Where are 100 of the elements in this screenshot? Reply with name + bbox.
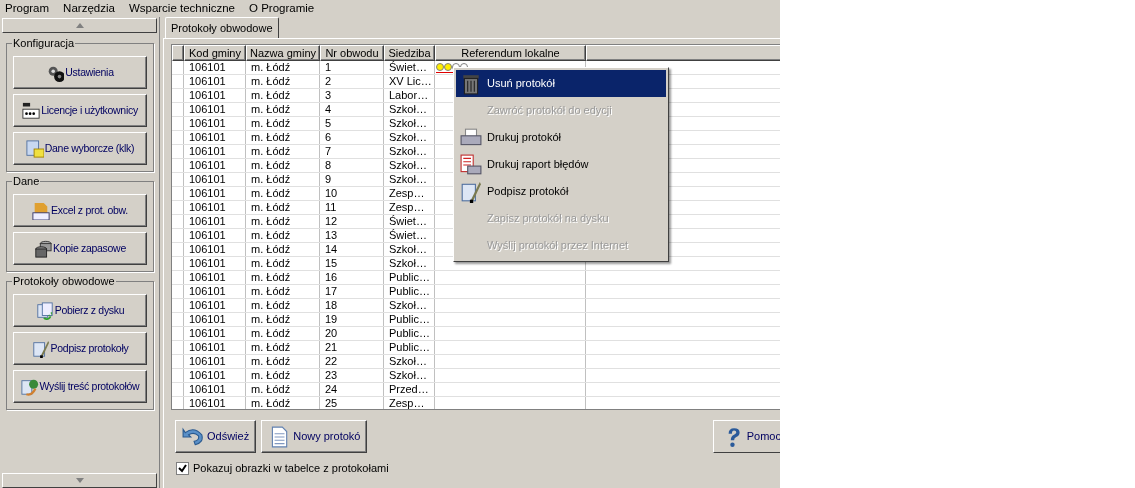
table-cell: m. Łódź — [246, 131, 320, 144]
table-cell: 106101 — [184, 145, 246, 158]
table-cell: 21 — [320, 341, 384, 354]
sidebar-button[interactable]: Excel z prot. obw. — [13, 194, 147, 227]
table-cell: Public… — [384, 327, 435, 340]
table-cell: Szkoł… — [384, 159, 435, 172]
menu-item[interactable]: Drukuj raport błędów — [456, 151, 666, 178]
sidebar-button[interactable]: Licencje i użytkownicy — [13, 94, 147, 127]
group-title: Konfiguracja — [12, 37, 76, 50]
table-cell: 18 — [320, 299, 384, 312]
table-cell: Zesp… — [384, 397, 435, 409]
sidebar-button[interactable]: Kopie zapasowe — [13, 232, 147, 265]
table-cell: 22 — [320, 355, 384, 368]
tab[interactable]: Protokoły obwodowe — [165, 17, 279, 38]
column-header[interactable]: Siedziba — [384, 45, 435, 61]
checkbox[interactable] — [176, 461, 189, 475]
table-cell: 106101 — [184, 215, 246, 228]
table-cell: 106101 — [184, 257, 246, 270]
action-button[interactable]: Odśwież — [175, 420, 257, 453]
table-cell: m. Łódź — [246, 369, 320, 382]
table-cell: 3 — [320, 89, 384, 102]
menu-item[interactable]: Usuń protokół — [456, 70, 666, 97]
table-cell: 5 — [320, 117, 384, 130]
table-cell: 106101 — [184, 173, 246, 186]
table-cell: 24 — [320, 383, 384, 396]
table-cell: 106101 — [184, 285, 246, 298]
table-cell: Świet… — [384, 215, 435, 228]
table-cell: 106101 — [184, 271, 246, 284]
table-cell: 106101 — [184, 299, 246, 312]
table-cell: 106101 — [184, 397, 246, 409]
table-cell: 106101 — [184, 117, 246, 130]
table-cell: m. Łódź — [246, 243, 320, 256]
table-cell: 20 — [320, 327, 384, 340]
scroll-down-button[interactable] — [2, 473, 157, 488]
column-header[interactable]: Nazwa gminy — [246, 45, 320, 61]
table-cell: Szkoł… — [384, 173, 435, 186]
table-cell: Szkoł… — [384, 355, 435, 368]
sidebar-button[interactable]: Ustawienia — [13, 56, 147, 89]
csv-file-icon — [32, 201, 51, 220]
document-quill-icon — [460, 180, 482, 203]
table-cell: Public… — [384, 271, 435, 284]
table-cell: XV Lic… — [384, 75, 435, 88]
table-cell: 19 — [320, 313, 384, 326]
table-cell: m. Łódź — [246, 187, 320, 200]
globe-documents-icon — [20, 377, 39, 396]
table-cell: 11 — [320, 201, 384, 214]
table-cell: 106101 — [184, 327, 246, 340]
table-cell: Public… — [384, 313, 435, 326]
table-cell: 106101 — [184, 131, 246, 144]
table-cell: 1 — [320, 61, 384, 74]
table-cell: 106101 — [184, 75, 246, 88]
sidebar-button[interactable]: Dane wyborcze (klk) — [13, 132, 147, 165]
table-cell: 15 — [320, 257, 384, 270]
menu-item[interactable]: Narzędzia — [63, 0, 115, 18]
documents-arrow-icon — [35, 301, 54, 320]
table-cell: Szkoł… — [384, 369, 435, 382]
sidebar-button[interactable]: Wyślij treść protokołów — [13, 370, 147, 403]
table-cell: m. Łódź — [246, 299, 320, 312]
sidebar-button[interactable]: Podpisz protokoły — [13, 332, 147, 365]
table-cell: 106101 — [184, 89, 246, 102]
column-header[interactable]: Kod gminy — [184, 45, 246, 61]
menu-item[interactable]: Drukuj protokół — [456, 124, 666, 151]
sidebar-button[interactable]: Pobierz z dysku — [13, 294, 147, 327]
pin-keypad-icon — [22, 101, 41, 120]
menu-item[interactable]: O Programie — [249, 0, 315, 18]
menu-item[interactable]: Program — [5, 0, 50, 18]
table-cell: 106101 — [184, 355, 246, 368]
table-cell: 106101 — [184, 201, 246, 214]
table-cell: Świet… — [384, 229, 435, 242]
table-cell: m. Łódź — [246, 145, 320, 158]
table-cell: m. Łódź — [246, 257, 320, 270]
refresh-icon — [182, 425, 204, 448]
menu-item[interactable]: Wsparcie techniczne — [128, 0, 235, 18]
table-cell: 10 — [320, 187, 384, 200]
table-cell: Szkoł… — [384, 103, 435, 116]
table-cell: m. Łódź — [246, 173, 320, 186]
table-cell: 106101 — [184, 187, 246, 200]
group-title: Dane — [12, 175, 41, 188]
table-cell: 106101 — [184, 61, 246, 74]
table-cell: 23 — [320, 369, 384, 382]
table-cell: Szkoł… — [384, 299, 435, 312]
down-arrow-icon — [75, 478, 84, 483]
table-cell: 7 — [320, 145, 384, 158]
scroll-up-button[interactable] — [2, 18, 157, 33]
table-cell: 16 — [320, 271, 384, 284]
table-cell: 6 — [320, 131, 384, 144]
table-cell: 12 — [320, 215, 384, 228]
column-header[interactable]: Nr obwodu — [320, 45, 384, 61]
table-cell: Szkoł… — [384, 145, 435, 158]
table-cell: 2 — [320, 75, 384, 88]
table-cell: Public… — [384, 285, 435, 298]
action-button[interactable]: Nowy protokó — [261, 420, 368, 453]
document-quill-icon — [31, 339, 50, 358]
column-header[interactable]: Referendum lokalne — [435, 45, 586, 61]
menu-item[interactable]: Podpisz protokół — [456, 178, 666, 205]
table-cell: Labor… — [384, 89, 435, 102]
table-cell: Szkoł… — [384, 117, 435, 130]
help-button[interactable]: Pomoc — [712, 420, 780, 453]
table-cell: Zesp… — [384, 187, 435, 200]
table-cell: m. Łódź — [246, 285, 320, 298]
